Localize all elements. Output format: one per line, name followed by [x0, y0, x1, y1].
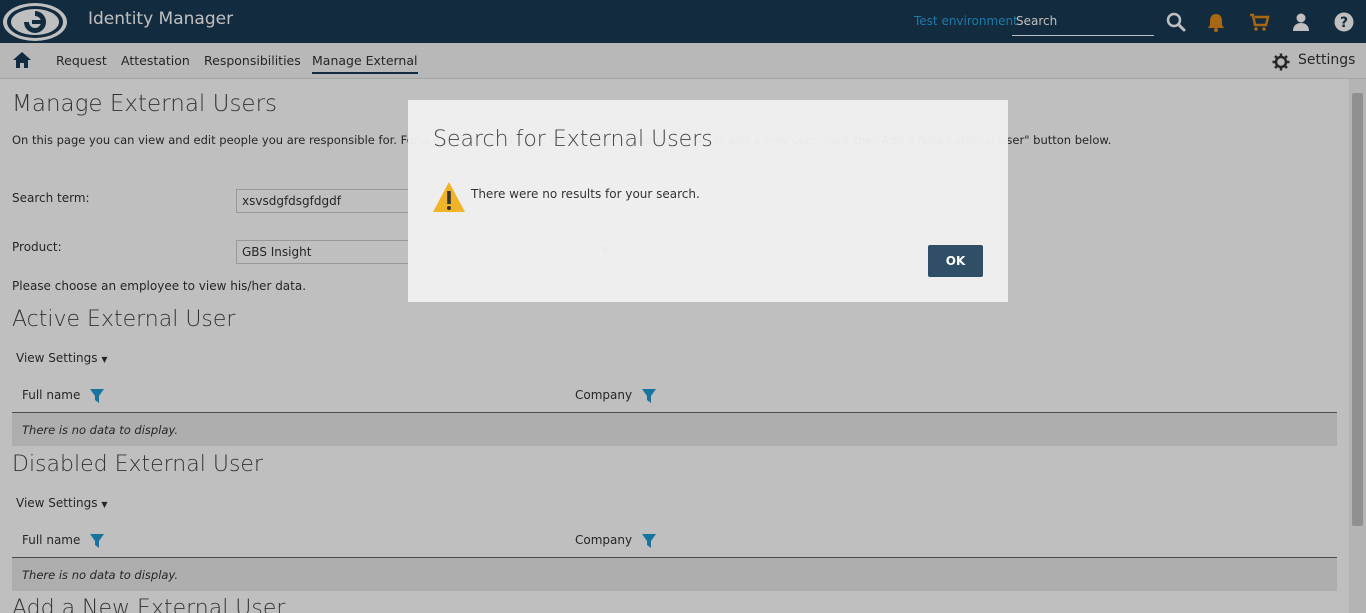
dialog-message: There were no results for your search.	[471, 187, 700, 201]
modal-overlay[interactable]	[0, 0, 1366, 613]
ok-button[interactable]: OK	[928, 245, 983, 277]
dialog-title: Search for External Users	[433, 127, 713, 152]
no-results-dialog: Search for External Users There were no …	[408, 100, 1008, 302]
warning-icon	[433, 182, 465, 212]
